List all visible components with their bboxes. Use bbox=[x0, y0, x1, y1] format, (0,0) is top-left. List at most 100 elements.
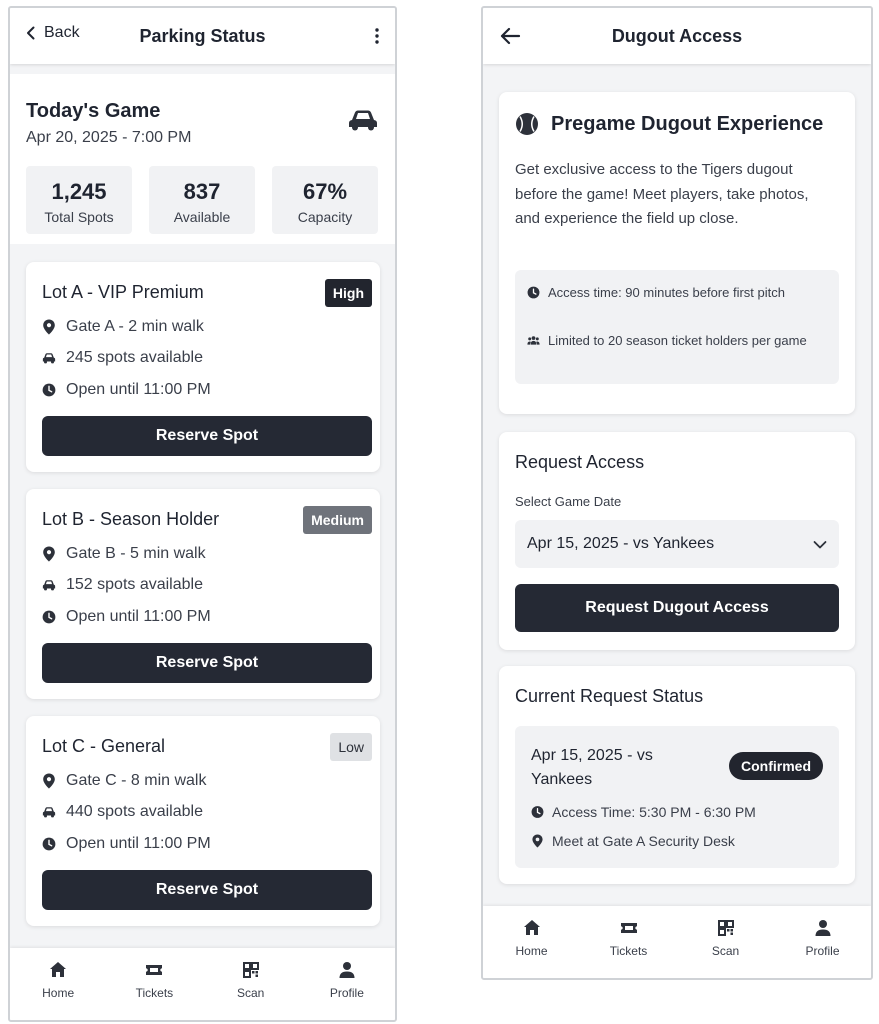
experience-card: Pregame Dugout Experience Get exclusive … bbox=[499, 92, 855, 414]
stat-available: 837 Available bbox=[149, 166, 255, 234]
lot-gate-row: Gate A - 2 min walk bbox=[42, 318, 204, 336]
stat-value: 1,245 bbox=[51, 179, 107, 204]
clock-icon bbox=[42, 610, 56, 624]
ticket-icon bbox=[620, 923, 637, 933]
car-icon bbox=[42, 580, 56, 591]
lot-card-b: Lot B - Season Holder Medium Gate B - 5 … bbox=[26, 489, 380, 699]
nav-label: Scan bbox=[711, 944, 740, 958]
map-pin-icon bbox=[532, 834, 543, 848]
lot-hours-row: Open until 11:00 PM bbox=[42, 381, 211, 399]
map-pin-icon bbox=[43, 319, 55, 335]
status-access-time-row: Access Time: 5:30 PM - 6:30 PM bbox=[531, 804, 756, 820]
game-date-select[interactable]: Apr 15, 2025 - vs Yankees bbox=[515, 520, 839, 568]
access-time-info: Access time: 90 minutes before first pit… bbox=[527, 282, 831, 303]
demand-badge: High bbox=[324, 279, 372, 307]
car-icon bbox=[42, 807, 56, 818]
arrow-left-icon[interactable] bbox=[499, 26, 521, 46]
lot-hours-row: Open until 11:00 PM bbox=[42, 835, 211, 853]
car-icon bbox=[42, 353, 56, 364]
lot-name: Lot C - General bbox=[42, 736, 166, 756]
todays-game-card: Today's Game Apr 20, 2025 - 7:00 PM 1,24… bbox=[10, 74, 395, 244]
nav-label: Tickets bbox=[609, 944, 648, 958]
dugout-access-screen: Dugout Access Pregame Dugout Experience … bbox=[481, 6, 873, 980]
lot-name: Lot A - VIP Premium bbox=[42, 282, 204, 302]
lot-hours-row: Open until 11:00 PM bbox=[42, 608, 211, 626]
nav-item-home[interactable]: Home bbox=[483, 906, 580, 978]
request-status-box: Apr 15, 2025 - vs Yankees Confirmed Acce… bbox=[515, 726, 839, 868]
status-access-time: Access Time: 5:30 PM - 6:30 PM bbox=[552, 804, 756, 820]
lot-name: Lot B - Season Holder bbox=[42, 509, 220, 529]
chevron-down-icon bbox=[813, 541, 827, 549]
back-button[interactable]: Back bbox=[24, 24, 80, 42]
nav-item-profile[interactable]: Profile bbox=[299, 948, 395, 1020]
nav-item-profile[interactable]: Profile bbox=[774, 906, 871, 978]
stat-value: 837 bbox=[183, 179, 221, 204]
clock-icon bbox=[42, 837, 56, 851]
nav-item-scan[interactable]: Scan bbox=[677, 906, 774, 978]
demand-badge: Low bbox=[330, 733, 372, 761]
car-icon bbox=[349, 110, 377, 131]
request-status-card: Current Request Status Apr 15, 2025 - vs… bbox=[499, 666, 855, 884]
lot-spots: 440 spots available bbox=[66, 803, 203, 820]
lot-gate: Gate C - 8 min walk bbox=[66, 772, 207, 789]
clock-icon bbox=[42, 383, 56, 397]
status-badge: Confirmed bbox=[729, 752, 823, 780]
nav-label: Profile bbox=[329, 986, 364, 1000]
stat-label: Capacity bbox=[297, 209, 353, 225]
request-access-card: Request Access Select Game Date Apr 15, … bbox=[499, 432, 855, 650]
nav-item-scan[interactable]: Scan bbox=[203, 948, 299, 1020]
nav-item-tickets[interactable]: Tickets bbox=[106, 948, 202, 1020]
request-status-title: Current Request Status bbox=[515, 686, 704, 706]
experience-description: Get exclusive access to the Tigers dugou… bbox=[515, 161, 809, 227]
nav-label: Scan bbox=[236, 986, 265, 1000]
lot-card-a: Lot A - VIP Premium High Gate A - 2 min … bbox=[26, 262, 380, 472]
request-dugout-access-button[interactable]: Request Dugout Access bbox=[515, 584, 839, 632]
map-pin-icon bbox=[43, 546, 55, 562]
reserve-spot-button[interactable]: Reserve Spot bbox=[42, 416, 372, 456]
parking-status-screen: Back Parking Status Today's Game Apr 20,… bbox=[8, 6, 397, 1022]
users-icon bbox=[527, 336, 540, 345]
reserve-spot-button[interactable]: Reserve Spot bbox=[42, 643, 372, 683]
game-title: Today's Game bbox=[26, 100, 161, 122]
chevron-left-icon bbox=[27, 26, 35, 40]
experience-title: Pregame Dugout Experience bbox=[551, 112, 824, 135]
lot-card-c: Lot C - General Low Gate C - 8 min walk … bbox=[26, 716, 380, 926]
qr-icon bbox=[717, 920, 734, 936]
dugout-app-bar: Dugout Access bbox=[483, 8, 871, 64]
ticket-icon bbox=[146, 965, 163, 975]
home-icon bbox=[523, 920, 540, 935]
nav-label: Home bbox=[515, 944, 548, 958]
game-date: Apr 20, 2025 - 7:00 PM bbox=[26, 129, 192, 146]
lot-gate: Gate A - 2 min walk bbox=[66, 318, 204, 335]
lot-spots-row: 440 spots available bbox=[42, 803, 203, 821]
lot-hours: Open until 11:00 PM bbox=[66, 835, 211, 852]
demand-badge: Medium bbox=[303, 506, 372, 534]
page-title: Dugout Access bbox=[611, 25, 743, 46]
nav-item-home[interactable]: Home bbox=[10, 948, 106, 1020]
lot-gate: Gate B - 5 min walk bbox=[66, 545, 206, 562]
back-label: Back bbox=[44, 24, 80, 41]
nav-item-tickets[interactable]: Tickets bbox=[580, 906, 677, 978]
qr-icon bbox=[242, 962, 259, 978]
access-time-text: Access time: 90 minutes before first pit… bbox=[548, 285, 785, 300]
bottom-nav: Home Tickets Scan Profile bbox=[10, 948, 395, 1020]
status-meet-row: Meet at Gate A Security Desk bbox=[531, 833, 735, 849]
map-pin-icon bbox=[43, 773, 55, 789]
person-icon bbox=[339, 962, 355, 978]
stat-label: Total Spots bbox=[44, 209, 114, 225]
bottom-nav: Home Tickets Scan Profile bbox=[483, 906, 871, 978]
lot-hours: Open until 11:00 PM bbox=[66, 608, 211, 625]
reserve-spot-button[interactable]: Reserve Spot bbox=[42, 870, 372, 910]
game-date-label: Select Game Date bbox=[515, 494, 622, 509]
lot-gate-row: Gate B - 5 min walk bbox=[42, 545, 206, 563]
stat-value: 67% bbox=[302, 179, 348, 204]
experience-header: Pregame Dugout Experience bbox=[515, 112, 823, 136]
stat-capacity: 67% Capacity bbox=[272, 166, 378, 234]
status-meet-location: Meet at Gate A Security Desk bbox=[552, 833, 735, 849]
person-icon bbox=[815, 920, 830, 936]
lot-hours: Open until 11:00 PM bbox=[66, 381, 211, 398]
limit-text: Limited to 20 season ticket holders per … bbox=[548, 333, 807, 348]
more-vert-icon[interactable] bbox=[371, 26, 383, 46]
nav-label: Tickets bbox=[135, 986, 174, 1000]
stat-label: Available bbox=[173, 209, 231, 225]
